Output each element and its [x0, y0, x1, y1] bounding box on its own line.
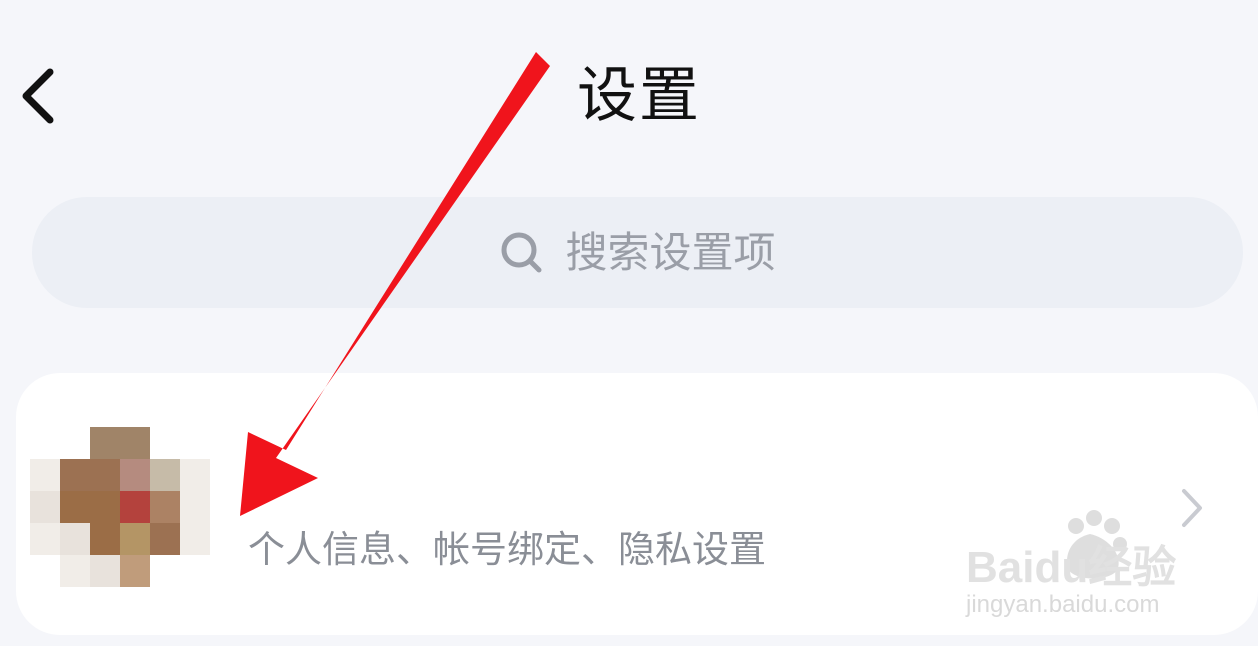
header-bar: 设置: [0, 0, 1258, 180]
avatar-pixel: [150, 555, 180, 587]
avatar-pixel: [150, 491, 180, 523]
search-content: 搜索设置项: [499, 225, 776, 281]
avatar-pixel: [90, 459, 120, 491]
avatar-pixel: [120, 491, 150, 523]
back-button[interactable]: [8, 58, 68, 134]
avatar-pixel: [60, 491, 90, 523]
avatar-pixel: [120, 459, 150, 491]
avatar-pixel: [90, 523, 120, 555]
avatar-pixel: [30, 555, 60, 587]
avatar-pixel: [60, 427, 90, 459]
avatar-pixel: [180, 459, 210, 491]
avatar-pixel: [150, 459, 180, 491]
chevron-right-icon: [1182, 489, 1202, 527]
avatar-pixel: [30, 523, 60, 555]
avatar-pixel: [60, 523, 90, 555]
search-input[interactable]: 搜索设置项: [32, 197, 1243, 308]
avatar-pixel: [90, 427, 120, 459]
search-icon: [499, 230, 545, 276]
avatar-pixel: [60, 555, 90, 587]
avatar-pixel: [30, 427, 60, 459]
avatar-pixel: [120, 427, 150, 459]
avatar-pixel: [180, 427, 210, 459]
avatar-pixel: [30, 459, 60, 491]
account-subtitle: 个人信息、帐号绑定、隐私设置: [248, 528, 766, 571]
search-placeholder: 搜索设置项: [565, 227, 776, 277]
avatar-pixel: [30, 491, 60, 523]
account-card[interactable]: 个人信息、帐号绑定、隐私设置: [16, 373, 1258, 635]
avatar-pixel: [60, 459, 90, 491]
page-title: 设置: [577, 61, 701, 131]
avatar-pixel: [120, 523, 150, 555]
avatar-pixel: [150, 427, 180, 459]
avatar-pixel: [180, 555, 210, 587]
back-arrow-icon: [22, 68, 54, 124]
avatar-pixel: [120, 555, 150, 587]
avatar-pixel: [180, 491, 210, 523]
avatar-pixel: [150, 523, 180, 555]
avatar-pixel: [90, 555, 120, 587]
avatar-pixel: [90, 491, 120, 523]
avatar: [30, 427, 210, 591]
avatar-pixel: [180, 523, 210, 555]
